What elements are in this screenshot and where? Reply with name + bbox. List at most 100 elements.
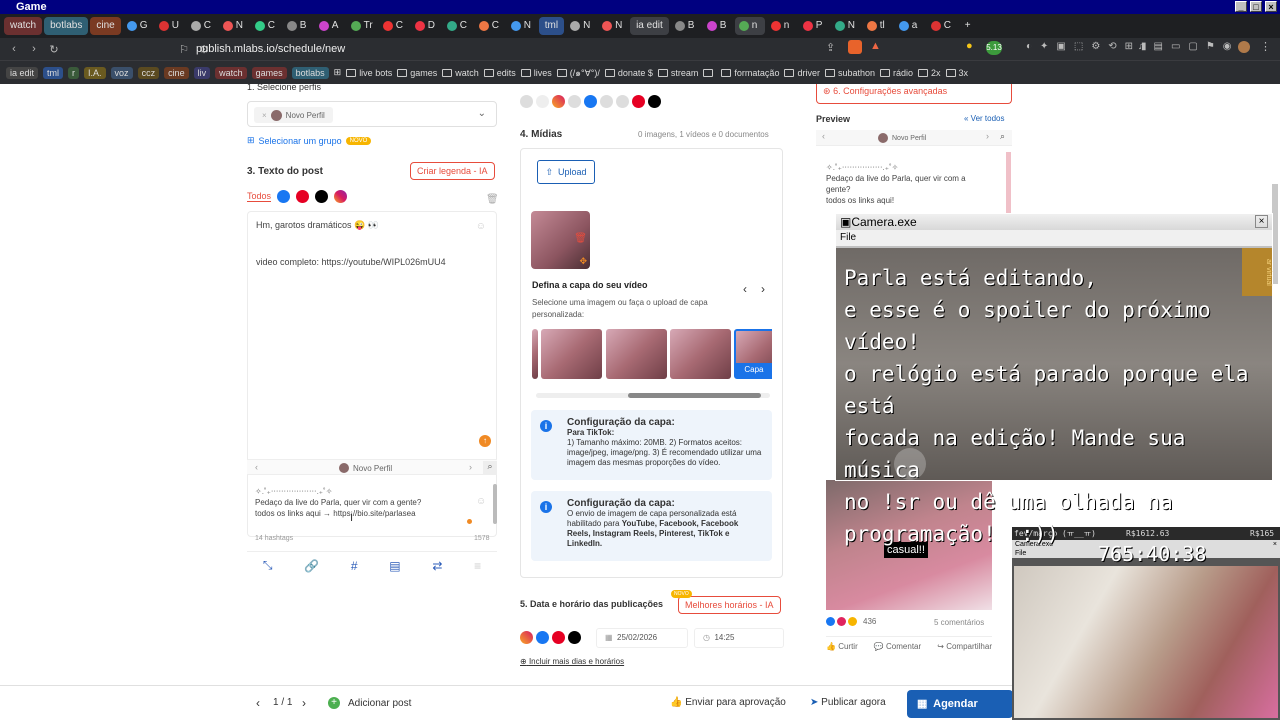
browser-tab[interactable]: D [411, 17, 441, 35]
advanced-settings[interactable]: ⊛ 6. Configurações avançadas [816, 84, 1012, 104]
bookmark-folder[interactable]: watch [442, 68, 479, 78]
url-field[interactable]: publish.mlabs.io/schedule/new [196, 40, 836, 58]
bookmark-folder[interactable]: rádio [880, 68, 913, 78]
browser-tab[interactable]: N [566, 17, 596, 35]
new-tab-button[interactable]: + [959, 17, 977, 35]
bookmark-folder[interactable]: 2x [918, 68, 941, 78]
bookmark-folder[interactable]: games [397, 68, 437, 78]
emoji-icon[interactable]: ☺ [476, 221, 486, 232]
extension-icons[interactable]: ◐✦▣⬚⚙⟲⊞▮ [1026, 41, 1155, 52]
instagram-icon[interactable] [334, 190, 348, 203]
include-more-days-link[interactable]: ⊕ Incluir mais dias e horários [520, 657, 624, 666]
see-all-link[interactable]: « Ver todos [964, 114, 1004, 123]
maximize-button[interactable]: □ [1250, 1, 1262, 12]
bookmark-folder[interactable]: subathon [824, 68, 875, 78]
bookmark-folder[interactable] [703, 68, 716, 77]
browser-tab[interactable]: Tr [347, 17, 377, 35]
upload-arrow-icon[interactable]: ↑ [479, 435, 491, 447]
browser-tab[interactable]: botlabs [44, 17, 89, 35]
bookmark-chip[interactable]: botlabs [291, 66, 329, 79]
bookmark-folder[interactable]: formatação [721, 68, 779, 78]
next-page-icon[interactable]: › [302, 696, 306, 710]
bookmark-folder[interactable]: donate $ [604, 68, 653, 78]
browser-tab[interactable]: A [315, 17, 345, 35]
frame-thumbnail[interactable] [670, 329, 732, 379]
like-button[interactable]: 👍 Curtir [826, 642, 858, 651]
move-icon[interactable]: ✥ [579, 256, 587, 267]
browser-tab[interactable]: U [155, 17, 185, 35]
bookmark-folder[interactable]: driver [784, 68, 820, 78]
bookmark-folder[interactable]: live bots [346, 68, 392, 78]
play-icon[interactable] [894, 448, 926, 480]
reload-icon[interactable]: ↻ [44, 43, 64, 56]
search-icon[interactable]: ⌕ [483, 461, 497, 475]
create-caption-ia-button[interactable]: Criar legenda - IA [410, 162, 495, 180]
pinterest-icon[interactable] [632, 95, 645, 108]
trash-icon[interactable]: 🗑 [486, 194, 499, 205]
share-button[interactable]: ↪ Compartilhar [937, 642, 992, 651]
bookmark-chip[interactable]: cine [164, 66, 189, 79]
toolbar-icons[interactable]: ♫▤▭▢⚑◉ [1138, 41, 1240, 52]
browser-tab[interactable]: n [767, 17, 797, 35]
facebook-icon[interactable] [584, 95, 597, 108]
browser-tab[interactable]: N [219, 17, 249, 35]
google-icon[interactable] [600, 95, 613, 108]
document-icon[interactable]: ▤ [389, 559, 400, 573]
select-group-link[interactable]: ⊞ Selecionar um grupo NOVO [247, 135, 372, 146]
network-icon[interactable] [520, 95, 533, 108]
next-chevron-icon[interactable]: › [469, 462, 472, 472]
add-post-button[interactable]: + Adicionar post [328, 697, 411, 709]
browser-tab[interactable]: N [507, 17, 537, 35]
profile-select[interactable]: × Novo Perfil ⌄ [247, 101, 497, 127]
bookmark-chip[interactable]: tml [43, 66, 64, 79]
browser-tab[interactable]: G [123, 17, 153, 35]
frame-thumbnail[interactable] [541, 329, 603, 379]
rewards-icon[interactable]: ▲ [870, 40, 881, 52]
chevron-down-icon[interactable]: ⌄ [478, 108, 486, 119]
trash-icon[interactable]: 🗑 [574, 233, 587, 244]
share-icon[interactable]: ⇪ [826, 41, 835, 54]
link-icon[interactable]: 🔗 [304, 559, 319, 573]
browser-tab[interactable]: B [703, 17, 733, 35]
schedule-button[interactable]: ▦ Agendar [907, 690, 1013, 718]
close-window-button[interactable]: × [1265, 1, 1277, 12]
repeat-icon[interactable]: ⇄ [432, 559, 442, 573]
apps-grid-icon[interactable]: ⊞ [334, 67, 342, 78]
bookmark-folder[interactable]: lives [520, 68, 552, 78]
next-chevron-icon[interactable]: › [761, 282, 765, 296]
network-icon[interactable] [536, 95, 549, 108]
browser-tab[interactable]: C [443, 17, 473, 35]
frame-thumbnail[interactable] [605, 329, 667, 379]
browser-tab[interactable]: C [927, 17, 957, 35]
bookmark-folder[interactable]: edits [483, 68, 516, 78]
browser-tab[interactable]: C [379, 17, 409, 35]
tiktok-icon[interactable] [315, 190, 329, 203]
bookmark-chip[interactable]: ccz [137, 66, 160, 79]
hashtag-icon[interactable]: # [351, 559, 358, 573]
time-field[interactable]: ◷ 14:25 [694, 628, 784, 648]
prev-chevron-icon[interactable]: ‹ [743, 282, 747, 296]
date-field[interactable]: ▦ 25/02/2026 [596, 628, 688, 648]
browser-tab[interactable]: watch [4, 17, 43, 35]
menu-icon[interactable]: ⋮ [1260, 40, 1271, 53]
best-times-ia-button[interactable]: Melhores horários - IA [678, 596, 781, 614]
frame-thumbnail-selected[interactable]: Capa [734, 329, 772, 379]
browser-tab[interactable]: N [831, 17, 861, 35]
bookmark-chip[interactable]: games [251, 66, 287, 79]
bookmark-chip[interactable]: watch [215, 66, 247, 79]
send-approval-button[interactable]: 👍 Enviar para aprovação [670, 697, 786, 708]
bookmark-folder[interactable]: (/๑°∀°)/ [556, 66, 600, 80]
next-chevron-icon[interactable]: › [986, 131, 989, 141]
frame-thumbnail[interactable] [532, 329, 538, 379]
publish-now-button[interactable]: ➤ Publicar agora [810, 697, 886, 708]
bookmark-chip[interactable]: ia edit [6, 66, 39, 79]
facebook-icon[interactable] [277, 190, 291, 203]
extension-badge-icon[interactable]: 5.13 [986, 41, 1002, 55]
extension-bulb-icon[interactable]: ● [966, 40, 973, 52]
browser-tab[interactable]: C [187, 17, 217, 35]
bookmark-folder[interactable]: stream [657, 68, 698, 78]
linkedin-icon[interactable] [568, 95, 581, 108]
scrollbar[interactable] [493, 484, 497, 524]
video-thumbnail[interactable]: 🗑 ✥ [531, 211, 590, 269]
bookmark-icon[interactable]: ⚐ [174, 43, 194, 56]
